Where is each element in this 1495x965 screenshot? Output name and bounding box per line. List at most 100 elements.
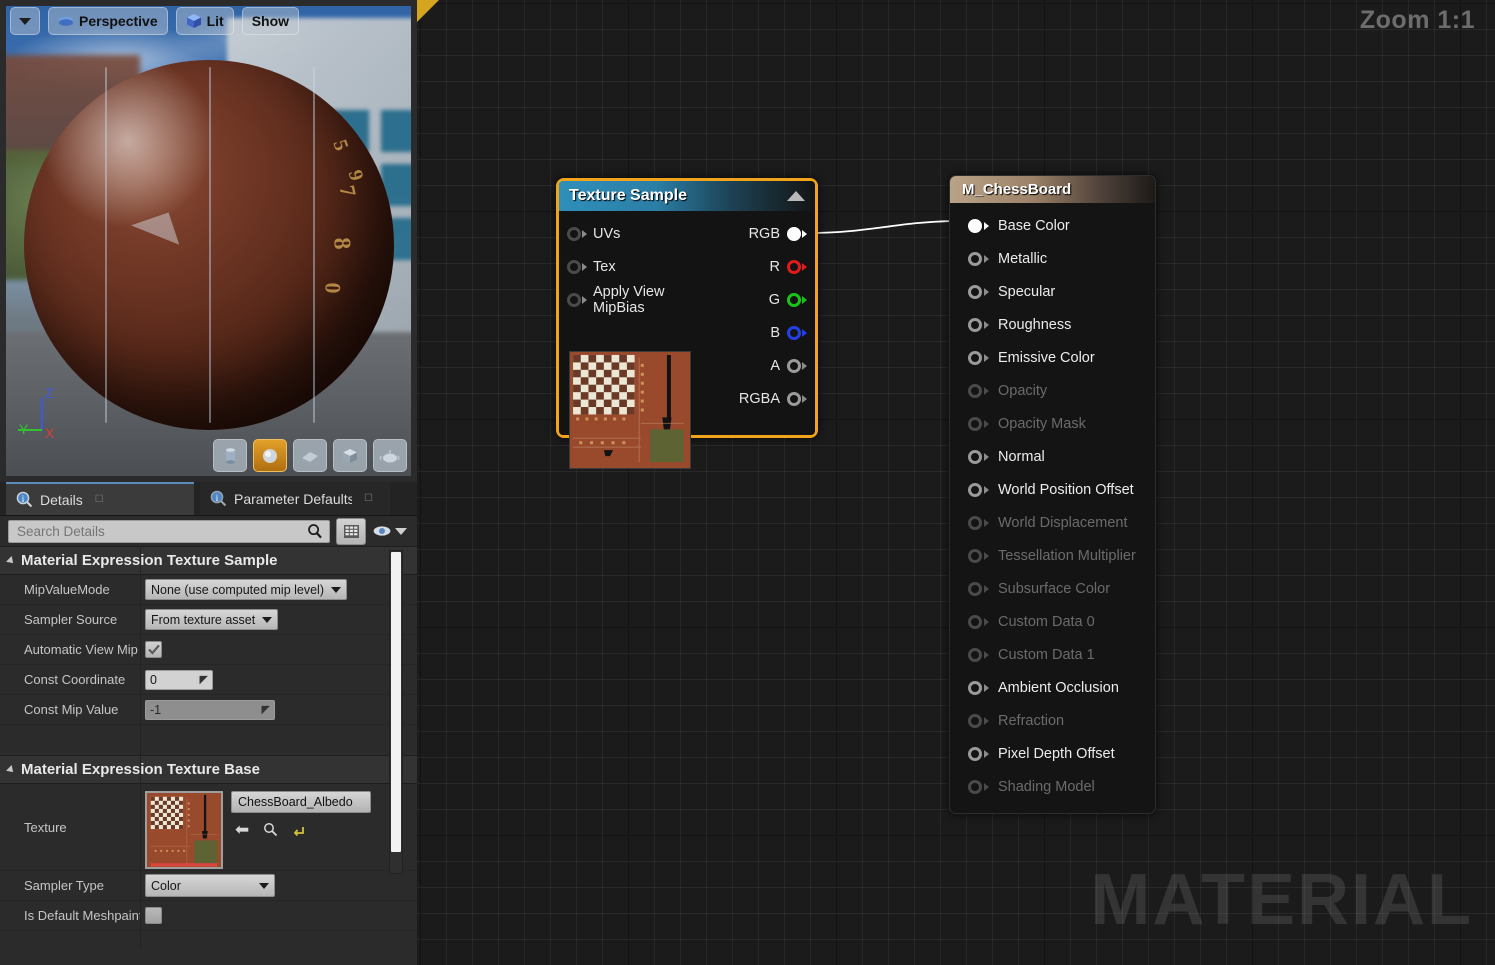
tab-parameter-defaults[interactable]: i Parameter Defaults ☐ (200, 482, 390, 515)
material-pin-ambient-occlusion[interactable]: Ambient Occlusion (950, 671, 1155, 704)
input-pin-apply-view-mipbias[interactable]: Apply View MipBias (559, 283, 689, 316)
texture-asset-picker[interactable]: ChessBoard_Albedo (231, 790, 371, 813)
material-pin-refraction: Refraction (950, 704, 1155, 737)
pin-icon (968, 614, 982, 629)
tab-details-close-icon[interactable]: ☐ (95, 494, 104, 505)
preview-shape-teapot-button[interactable] (373, 439, 407, 472)
chevron-up-icon[interactable] (787, 191, 805, 201)
property-label: Sampler Source (24, 612, 118, 627)
material-pin-normal[interactable]: Normal (950, 440, 1155, 473)
viewport-show-menu-button[interactable]: Show (241, 7, 300, 35)
node-texture-sample[interactable]: Texture Sample UVs Tex Apply View MipBia… (556, 178, 818, 469)
pin-icon[interactable] (968, 746, 982, 761)
tab-parameter-defaults-close-icon[interactable]: ☐ (364, 493, 373, 504)
material-pin-pixel-depth-offset[interactable]: Pixel Depth Offset (950, 737, 1155, 770)
preview-shape-cylinder-button[interactable] (213, 439, 247, 472)
property-row-texture: Texture ChessBoard_Albedo ⬅ (0, 784, 417, 871)
pin-icon[interactable] (787, 325, 801, 340)
preview-mesh-sphere[interactable]: 5 7 8 9 0 (24, 60, 394, 430)
node-texture-sample-header[interactable]: Texture Sample (559, 181, 815, 211)
pin-arrow-icon (984, 419, 989, 428)
property-label: Const Mip Value (24, 702, 119, 717)
material-preview-viewport[interactable]: 5 7 8 9 0 Perspective Lit Show Z Y X (0, 0, 417, 482)
output-pin-label: A (770, 357, 780, 374)
preview-shape-sphere-button[interactable] (253, 439, 287, 472)
pin-icon[interactable] (787, 292, 801, 307)
material-pin-emissive-color[interactable]: Emissive Color (950, 341, 1155, 374)
details-view-options-button[interactable] (372, 524, 411, 538)
search-input[interactable] (15, 522, 307, 540)
pin-icon[interactable] (968, 251, 982, 266)
pin-arrow-icon (984, 650, 989, 659)
viewport-options-dropdown-button[interactable] (10, 7, 40, 35)
sampler-source-dropdown[interactable]: From texture asset (145, 609, 279, 630)
pin-icon[interactable] (787, 259, 801, 274)
preview-shape-plane-button[interactable] (293, 439, 327, 472)
output-pin-rgb[interactable]: RGB (689, 217, 815, 250)
pin-icon[interactable] (787, 226, 801, 241)
material-pin-roughness[interactable]: Roughness (950, 308, 1155, 341)
search-details-field[interactable] (8, 519, 330, 543)
output-pin-r[interactable]: R (689, 250, 815, 283)
section-header-material-expression-texture-sample[interactable]: Material Expression Texture Sample (0, 546, 417, 575)
browse-to-asset-icon[interactable] (263, 822, 278, 837)
use-selected-asset-icon[interactable]: ⬅ (235, 820, 249, 840)
output-pin-a[interactable]: A (689, 349, 815, 382)
pin-icon[interactable] (968, 482, 982, 497)
property-label: Texture (24, 819, 67, 835)
chevron-down-icon (19, 17, 31, 25)
viewport-lighting-mode-button[interactable]: Lit (175, 7, 234, 35)
pin-icon[interactable] (968, 284, 982, 299)
material-pin-label: Pixel Depth Offset (998, 745, 1115, 762)
pin-icon[interactable] (968, 680, 982, 695)
output-pin-g[interactable]: G (689, 283, 815, 316)
section-header-material-expression-texture-base[interactable]: Material Expression Texture Base (0, 755, 417, 784)
output-pin-rgba[interactable]: RGBA (689, 382, 815, 415)
node-material-output[interactable]: M_ChessBoard Base Color Metallic Specula… (949, 175, 1156, 814)
automatic-view-mip-checkbox[interactable] (145, 641, 162, 658)
material-pin-specular[interactable]: Specular (950, 275, 1155, 308)
pin-icon[interactable] (968, 449, 982, 464)
pin-icon[interactable] (567, 259, 581, 274)
mipvaluemode-dropdown[interactable]: None (use computed mip level) (145, 579, 347, 600)
const-mip-value-input[interactable]: -1 ◤ (145, 699, 275, 720)
is-default-meshpaint-checkbox[interactable] (145, 907, 162, 924)
material-pin-base-color[interactable]: Base Color (950, 209, 1155, 242)
property-row-const-mip-value: Const Mip Value -1 ◤ (0, 695, 417, 725)
texture-thumbnail[interactable] (145, 790, 223, 869)
pin-icon[interactable] (968, 317, 982, 332)
output-pin-b[interactable]: B (689, 316, 815, 349)
spinner-icon[interactable]: ◤ (262, 703, 270, 716)
output-pin-label: R (769, 258, 780, 275)
details-column-view-button[interactable] (336, 517, 366, 545)
pin-icon[interactable] (787, 391, 801, 406)
material-graph-canvas[interactable]: Zoom 1:1 MATERIAL Texture Sample UVs Tex… (417, 0, 1495, 965)
pin-icon[interactable] (567, 292, 581, 307)
property-label: Is Default Meshpaint (24, 908, 140, 923)
material-pin-metallic[interactable]: Metallic (950, 242, 1155, 275)
output-pin-label: RGB (748, 225, 780, 242)
preview-shape-cube-button[interactable] (333, 439, 367, 472)
details-scrollbar[interactable] (389, 550, 403, 874)
material-pin-world-position-offset[interactable]: World Position Offset (950, 473, 1155, 506)
tab-details[interactable]: i Details ☐ (6, 482, 194, 515)
reset-to-default-icon[interactable] (292, 823, 306, 837)
pin-icon[interactable] (787, 358, 801, 373)
details-scrollbar-thumb[interactable] (391, 552, 401, 852)
sampler-type-dropdown[interactable]: Color (145, 874, 275, 897)
node-material-output-title: M_ChessBoard (962, 181, 1072, 198)
details-property-list[interactable]: Material Expression Texture Sample MipVa… (0, 546, 417, 949)
const-coordinate-input[interactable]: 0 ◤ (145, 669, 213, 690)
pin-icon[interactable] (567, 226, 581, 241)
pin-icon[interactable] (968, 350, 982, 365)
input-pin-uvs[interactable]: UVs (559, 217, 689, 250)
pin-arrow-icon (582, 295, 587, 304)
input-pin-tex[interactable]: Tex (559, 250, 689, 283)
material-pin-label: Specular (998, 283, 1056, 300)
viewport-camera-mode-button[interactable]: Perspective (48, 7, 168, 35)
gizmo-z-label: Z (45, 385, 54, 401)
details-search-row (0, 516, 417, 546)
spinner-icon[interactable]: ◤ (200, 673, 208, 686)
pin-icon[interactable] (968, 218, 982, 233)
node-material-output-header[interactable]: M_ChessBoard (950, 176, 1155, 203)
